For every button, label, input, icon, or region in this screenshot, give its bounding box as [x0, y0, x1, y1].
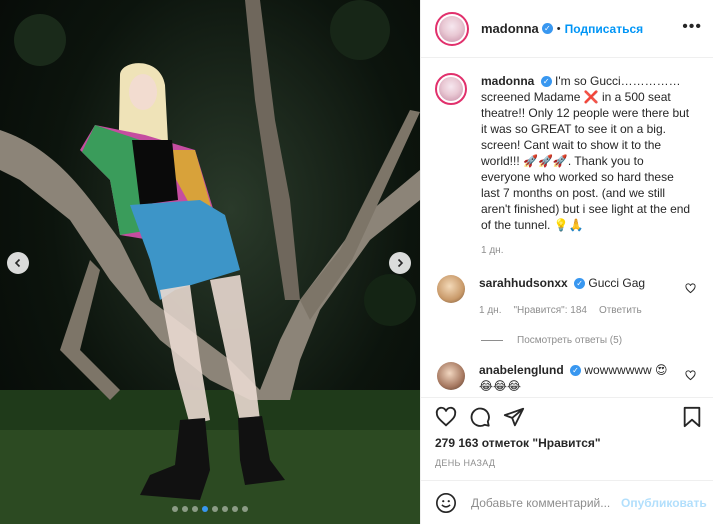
carousel-dot: [212, 506, 218, 512]
add-comment-bar: Опубликовать: [421, 480, 713, 524]
comment-age[interactable]: 1 дн.: [479, 303, 501, 319]
caption-text: I'm so Gucci……………screened Madame ❌ in a …: [481, 74, 691, 232]
carousel-dot: [222, 506, 228, 512]
view-replies-button[interactable]: Посмотреть ответы (5): [481, 335, 700, 346]
chevron-left-icon: [14, 258, 21, 268]
next-photo-button[interactable]: [389, 252, 411, 274]
verified-badge-icon: ✓: [574, 278, 586, 290]
share-icon[interactable]: [503, 406, 525, 437]
post-actions: [421, 397, 713, 437]
avatar[interactable]: [437, 275, 465, 303]
heart-icon[interactable]: [435, 406, 457, 437]
more-options-icon[interactable]: •••: [682, 19, 702, 35]
carousel-dots: [0, 506, 420, 512]
comment-text: Gucci Gag: [588, 276, 646, 290]
like-comment-heart-icon[interactable]: [685, 370, 696, 384]
view-replies-label: Посмотреть ответы (5): [517, 335, 623, 346]
comment-icon[interactable]: [469, 406, 491, 437]
carousel-dot: [182, 506, 188, 512]
photo-illustration: [0, 0, 420, 524]
comment-item: sarahhudsonxx ✓ Gucci Gag 1 дн. "Нравитс…: [435, 275, 700, 319]
instagram-post: madonna ✓ • Подписаться ••• madonna ✓ I'…: [0, 0, 713, 524]
comment-username[interactable]: anabelenglund: [479, 363, 564, 377]
comment-text-extra: 😂😂😂: [479, 379, 522, 393]
caption: madonna ✓ I'm so Gucci……………screened Mada…: [435, 73, 700, 259]
comment-input[interactable]: [471, 495, 621, 510]
post-date[interactable]: ДЕНЬ НАЗАД: [435, 458, 495, 468]
like-comment-heart-icon[interactable]: [685, 283, 696, 297]
comment-likes[interactable]: "Нравится": 184: [513, 303, 586, 319]
publish-button[interactable]: Опубликовать: [621, 496, 707, 510]
author-username[interactable]: madonna: [481, 21, 539, 36]
post-details-panel: madonna ✓ • Подписаться ••• madonna ✓ I'…: [420, 0, 713, 524]
reply-button[interactable]: Ответить: [599, 303, 642, 319]
carousel-dot: [202, 506, 208, 512]
comment-item: anabelenglund ✓ wowwwwww 😍 😂😂😂: [435, 362, 700, 394]
carousel-dot: [232, 506, 238, 512]
carousel-dot: [192, 506, 198, 512]
verified-badge-icon: ✓: [541, 23, 553, 34]
carousel-dot: [172, 506, 178, 512]
comment-username[interactable]: sarahhudsonxx: [479, 276, 568, 290]
header-separator: •: [556, 22, 561, 35]
avatar[interactable]: [435, 11, 469, 46]
avatar[interactable]: [437, 362, 465, 390]
comment-text: wowwwwww 😍: [584, 363, 668, 377]
previous-photo-button[interactable]: [7, 252, 29, 274]
caption-username[interactable]: madonna: [481, 74, 534, 88]
verified-badge-icon: ✓: [570, 365, 582, 377]
likes-count[interactable]: 279 163 отметок "Нравится": [435, 436, 601, 450]
post-photo[interactable]: [0, 0, 420, 524]
caption-age[interactable]: 1 дн.: [481, 243, 693, 259]
follow-button[interactable]: Подписаться: [565, 22, 643, 36]
emoji-icon[interactable]: [435, 492, 457, 514]
comments-list[interactable]: madonna ✓ I'm so Gucci……………screened Mada…: [421, 59, 713, 397]
verified-badge-icon: ✓: [540, 76, 552, 88]
chevron-right-icon: [397, 258, 404, 268]
avatar[interactable]: [435, 73, 467, 105]
post-header: madonna ✓ • Подписаться •••: [421, 0, 713, 58]
bookmark-icon[interactable]: [682, 406, 702, 428]
carousel-dot: [242, 506, 248, 512]
